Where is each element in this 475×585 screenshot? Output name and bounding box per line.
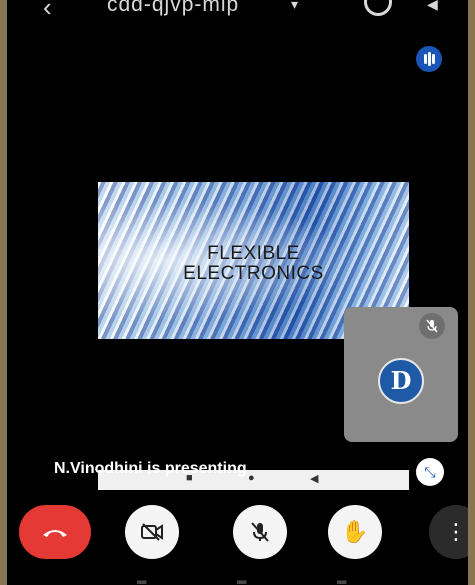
presenting-label: N.Vinodhini is presenting — [54, 460, 247, 477]
meeting-code[interactable]: cdd-qjvp-mip — [107, 0, 239, 17]
camera-off-icon — [141, 523, 163, 541]
meet-screen: ‹ cdd-qjvp-mip ▾ ◀ FLEXIBLE ELECTRONICS … — [7, 0, 468, 585]
end-call-button[interactable] — [19, 505, 91, 559]
mic-toggle-button[interactable] — [233, 505, 287, 559]
recents-icon[interactable]: ▂ — [137, 570, 146, 584]
top-bar: ‹ cdd-qjvp-mip ▾ ◀ — [7, 0, 468, 28]
arrow-back-icon[interactable]: ‹ — [43, 0, 52, 20]
back-icon[interactable]: ▂ — [337, 570, 346, 584]
mic-off-icon — [251, 522, 269, 542]
camera-toggle-button[interactable] — [125, 505, 179, 559]
more-vertical-icon: ⋮ — [445, 519, 467, 544]
raise-hand-icon: ✋ — [341, 519, 369, 544]
triangle-back-icon: ◀ — [310, 473, 319, 485]
phone-hangup-icon — [43, 530, 67, 537]
self-view-tile[interactable]: D — [344, 307, 458, 442]
switch-camera-icon[interactable] — [364, 0, 392, 16]
chevron-down-icon[interactable]: ▾ — [291, 0, 298, 13]
circle-icon: ● — [248, 472, 255, 484]
fullscreen-exit-button[interactable]: ⤡ — [416, 458, 444, 486]
slide-title-line1: FLEXIBLE — [207, 243, 300, 264]
home-icon[interactable]: ▂ — [237, 570, 246, 584]
raise-hand-button[interactable]: ✋ — [328, 505, 382, 559]
speaking-indicator-icon — [416, 46, 442, 72]
fullscreen-exit-icon: ⤡ — [424, 464, 436, 480]
avatar: D — [378, 358, 424, 404]
system-nav-bar: ▂ ▂ ▂ — [7, 570, 468, 585]
slide-title: FLEXIBLE ELECTRONICS — [98, 244, 409, 284]
slide-title-line2: ELECTRONICS — [183, 263, 324, 284]
mic-off-icon — [419, 313, 445, 339]
more-options-button[interactable]: ⋮ — [429, 505, 468, 559]
call-controls: ✋ ⋮ — [7, 505, 468, 565]
speaker-icon[interactable]: ◀ — [427, 0, 438, 13]
